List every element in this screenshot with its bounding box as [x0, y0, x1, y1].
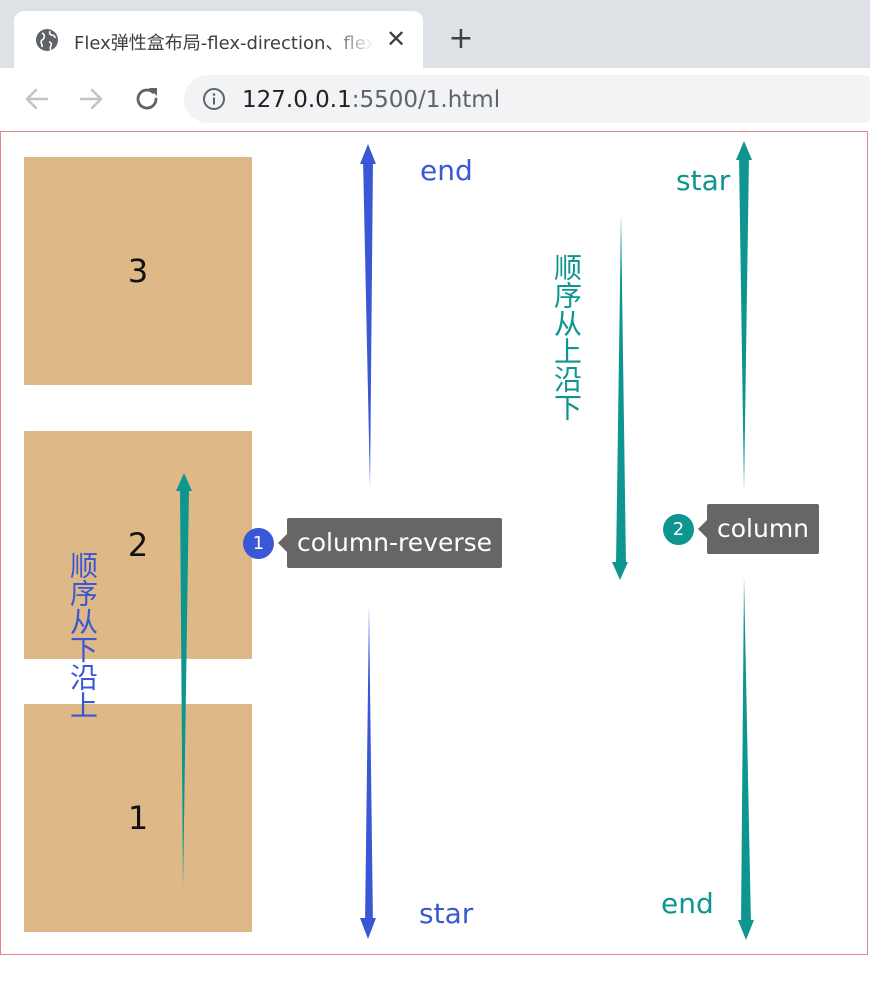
- order-text-bottom-to-top: 顺序从下沿上: [66, 551, 99, 719]
- flex-item-3: 3: [24, 157, 252, 385]
- badge-1: 1: [243, 528, 274, 559]
- box-label-3: 3: [127, 252, 149, 290]
- callout-column: column: [697, 504, 820, 554]
- globe-icon: [36, 29, 58, 51]
- flex-item-1: 1: [24, 704, 252, 932]
- label-end-right: end: [661, 887, 714, 920]
- label-end-left: end: [420, 154, 473, 187]
- flex-item-2: 2: [24, 431, 252, 659]
- label-start-left: star: [419, 897, 474, 930]
- label-start-right: star: [676, 164, 731, 197]
- order-text-top-to-bottom: 顺序从上沿下: [550, 253, 583, 421]
- badge-2: 2: [663, 514, 694, 545]
- info-icon[interactable]: [202, 87, 226, 111]
- arrow-right-icon[interactable]: [77, 85, 105, 113]
- url-host: 127.0.0.1: [242, 87, 352, 113]
- reload-icon[interactable]: [133, 85, 161, 113]
- address-bar[interactable]: 127.0.0.1:5500/1.html: [184, 75, 870, 123]
- new-tab-button[interactable]: +: [446, 24, 476, 54]
- browser-tab[interactable]: Flex弹性盒布局-flex-direction、flex ✕: [14, 11, 423, 68]
- url-text[interactable]: 127.0.0.1:5500/1.html: [242, 87, 500, 113]
- arrow-left-icon[interactable]: [23, 85, 51, 113]
- browser-toolbar: 127.0.0.1:5500/1.html: [0, 68, 870, 130]
- tab-strip: Flex弹性盒布局-flex-direction、flex ✕ +: [0, 0, 870, 68]
- tab-close-icon[interactable]: ✕: [384, 27, 408, 51]
- box-label-2: 2: [127, 526, 149, 564]
- tab-title: Flex弹性盒布局-flex-direction、flex: [74, 33, 374, 51]
- url-path: :5500/1.html: [351, 87, 501, 113]
- box-label-1: 1: [127, 799, 149, 837]
- callout-column-reverse: column-reverse: [277, 518, 503, 568]
